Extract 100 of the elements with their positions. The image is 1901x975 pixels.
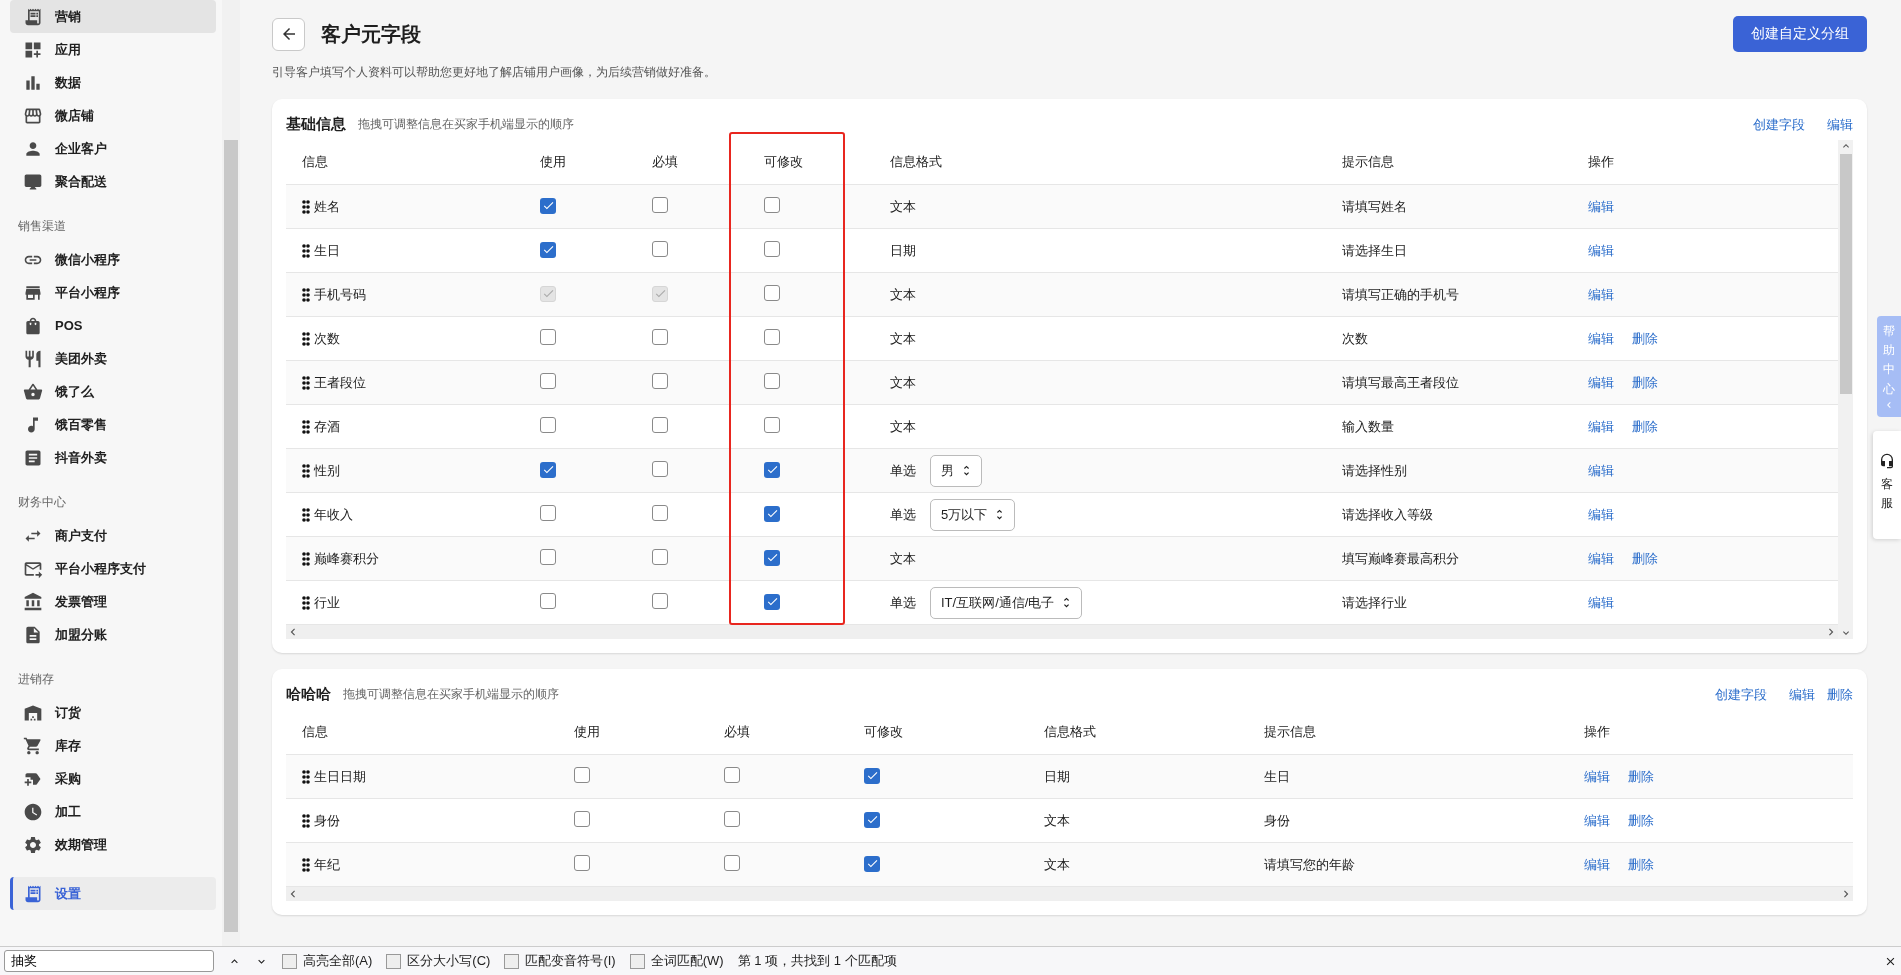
sidebar-item[interactable]: 抖音外卖 [10,441,216,474]
checkbox[interactable] [540,593,556,609]
checkbox[interactable] [864,811,880,828]
customer-service-tab[interactable]: 客服 [1873,430,1901,540]
checkbox[interactable] [574,811,590,827]
find-option[interactable]: 匹配变音符号(I) [504,952,616,970]
row-action-link[interactable]: 编辑 [1588,285,1614,304]
checkbox[interactable] [764,329,780,345]
checkbox[interactable] [652,549,668,565]
checkbox[interactable] [652,593,668,609]
section-action-link[interactable]: 编辑 [1789,685,1815,704]
checkbox[interactable] [540,329,556,345]
sidebar-item[interactable]: 订货 [10,696,216,729]
drag-handle-icon[interactable] [302,199,310,214]
checkbox[interactable] [652,461,668,477]
row-action-link[interactable]: 编辑 [1584,855,1610,874]
drag-handle-icon[interactable] [302,857,310,872]
checkbox[interactable] [652,417,668,433]
checkbox[interactable] [652,373,668,389]
sidebar-item[interactable]: 饿了么 [10,375,216,408]
row-action-link[interactable]: 删除 [1632,549,1658,568]
sidebar-item[interactable]: 加工 [10,795,216,828]
checkbox[interactable] [540,505,556,521]
checkbox[interactable] [864,767,880,784]
back-button[interactable] [272,17,305,51]
checkbox[interactable] [574,855,590,871]
checkbox[interactable] [764,417,780,433]
checkbox[interactable] [652,197,668,213]
row-action-link[interactable]: 删除 [1632,417,1658,436]
row-action-link[interactable]: 编辑 [1584,811,1610,830]
row-action-link[interactable]: 删除 [1632,373,1658,392]
drag-handle-icon[interactable] [302,375,310,390]
drag-handle-icon[interactable] [302,551,310,566]
sidebar-item[interactable]: 发票管理 [10,585,216,618]
sidebar-item[interactable]: 美团外卖 [10,342,216,375]
drag-handle-icon[interactable] [302,595,310,610]
row-action-link[interactable]: 编辑 [1588,505,1614,524]
find-option[interactable]: 高亮全部(A) [282,952,373,970]
sidebar-item[interactable]: 聚合配送 [10,165,216,198]
checkbox[interactable] [652,241,668,257]
checkbox[interactable] [724,855,740,871]
checkbox[interactable] [652,329,668,345]
find-option[interactable]: 全词匹配(W) [629,952,724,970]
checkbox[interactable] [652,505,668,521]
checkbox[interactable] [764,549,780,566]
checkbox[interactable] [764,505,780,522]
checkbox[interactable] [864,855,880,872]
vertical-scrollbar[interactable] [1838,140,1853,639]
row-action-link[interactable]: 编辑 [1588,593,1614,612]
horizontal-scrollbar[interactable] [286,887,1853,901]
checkbox[interactable] [764,373,780,389]
sidebar-item[interactable]: 微店铺 [10,99,216,132]
row-action-link[interactable]: 编辑 [1588,549,1614,568]
sidebar-item[interactable]: 企业客户 [10,132,216,165]
sidebar-item[interactable]: 库存 [10,729,216,762]
row-action-link[interactable]: 编辑 [1584,767,1610,786]
checkbox[interactable] [574,767,590,783]
checkbox[interactable] [540,241,556,258]
sidebar-item[interactable]: 效期管理 [10,828,216,861]
section-action-link[interactable]: 编辑 [1827,115,1853,134]
section-action-link[interactable]: 删除 [1827,685,1853,704]
find-input[interactable]: 抽奖 [4,950,214,972]
drag-handle-icon[interactable] [302,813,310,828]
sidebar-item[interactable]: 加盟分账 [10,618,216,651]
horizontal-scrollbar[interactable] [286,625,1838,639]
option-select[interactable]: 男 [930,454,982,487]
checkbox[interactable] [764,197,780,213]
sidebar-item[interactable]: 数据 [10,66,216,99]
row-action-link[interactable]: 编辑 [1588,417,1614,436]
row-action-link[interactable]: 编辑 [1588,373,1614,392]
row-action-link[interactable]: 编辑 [1588,241,1614,260]
checkbox[interactable] [540,549,556,565]
option-select[interactable]: 5万以下 [930,498,1016,531]
checkbox[interactable] [764,461,780,478]
find-option[interactable]: 区分大小写(C) [386,952,491,970]
row-action-link[interactable]: 编辑 [1588,329,1614,348]
checkbox[interactable] [764,285,780,301]
checkbox[interactable] [764,593,780,610]
checkbox[interactable] [540,461,556,478]
drag-handle-icon[interactable] [302,419,310,434]
drag-handle-icon[interactable] [302,243,310,258]
sidebar-item[interactable]: 平台小程序 [10,276,216,309]
row-action-link[interactable]: 删除 [1632,329,1658,348]
sidebar-item[interactable]: 商户支付 [10,519,216,552]
sidebar-scrollbar[interactable] [222,0,240,946]
drag-handle-icon[interactable] [302,769,310,784]
row-action-link[interactable]: 删除 [1628,855,1654,874]
drag-handle-icon[interactable] [302,507,310,522]
row-action-link[interactable]: 删除 [1628,811,1654,830]
checkbox[interactable] [540,197,556,214]
checkbox[interactable] [724,767,740,783]
sidebar-item[interactable]: 平台小程序支付 [10,552,216,585]
sidebar-item[interactable]: 应用 [10,33,216,66]
sidebar-item[interactable]: 饿百零售 [10,408,216,441]
row-action-link[interactable]: 编辑 [1588,461,1614,480]
drag-handle-icon[interactable] [302,331,310,346]
row-action-link[interactable]: 编辑 [1588,197,1614,216]
checkbox[interactable] [764,241,780,257]
sidebar-item[interactable]: 设置 [10,877,216,910]
checkbox[interactable] [540,417,556,433]
